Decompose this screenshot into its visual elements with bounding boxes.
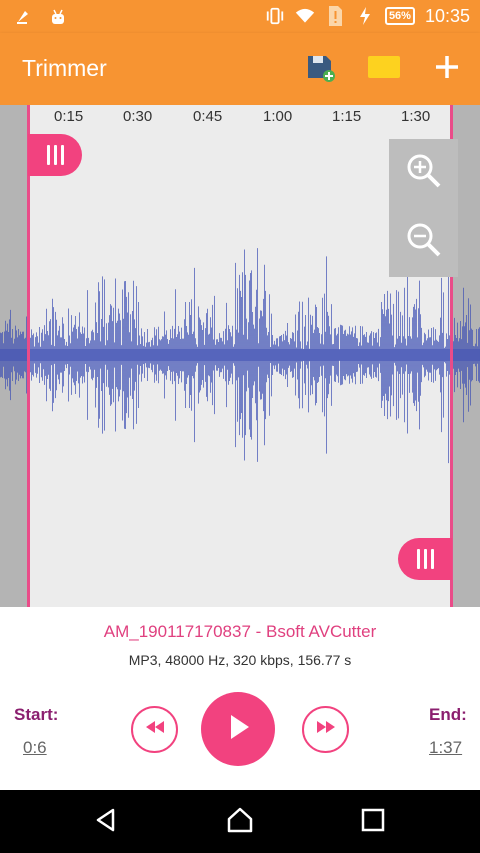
charging-icon [355,5,375,27]
timeline: 0:15 0:30 0:45 1:00 1:15 1:30 [0,108,480,128]
add-button[interactable] [428,51,466,87]
vibrate-icon [265,5,285,27]
sim-alert-icon [325,5,345,27]
open-folder-button[interactable] [365,51,403,87]
folder-icon [368,54,400,85]
zoom-in-button[interactable] [389,139,458,208]
zoom-in-icon [404,151,444,196]
timeline-tick: 0:45 [193,108,223,125]
save-button[interactable] [301,51,339,87]
rewind-button[interactable] [131,706,178,753]
home-button[interactable] [220,802,260,842]
wifi-icon [295,5,315,27]
timeline-tick: 1:00 [263,108,293,125]
back-button[interactable] [86,802,126,842]
home-icon [226,807,254,838]
timeline-tick: 1:15 [332,108,362,125]
android-icon [48,6,68,28]
timeline-tick: 0:30 [123,108,153,125]
zoom-out-button[interactable] [389,208,458,277]
end-time-value[interactable]: 1:37 [429,738,462,758]
rewind-icon [143,719,167,740]
play-icon [222,711,254,748]
page-title: Trimmer [22,55,107,81]
end-label: End: [429,705,467,724]
recents-button[interactable] [353,802,393,842]
timeline-tick: 1:30 [401,108,431,125]
file-name: AM_190117170837 - Bsoft AVCutter [103,622,377,641]
status-time: 10:35 [424,5,470,26]
fast-forward-button[interactable] [302,706,349,753]
play-button[interactable] [201,692,275,766]
save-icon [305,52,335,87]
fast-forward-icon [314,719,338,740]
system-nav-bar [0,790,480,853]
selection-start-line [27,105,30,607]
timeline-tick: 0:15 [54,108,84,125]
start-drag-handle[interactable] [28,134,82,176]
status-bar: 56% 10:35 [0,0,480,33]
download-arrow-icon [14,6,34,28]
file-info: MP3, 48000 Hz, 320 kbps, 156.77 s [128,652,352,668]
start-time-value[interactable]: 0:6 [23,738,47,758]
back-icon [93,807,119,838]
app-bar: Trimmer [0,33,480,105]
start-label: Start: [14,705,59,724]
add-icon [433,53,461,86]
recents-icon [361,808,385,837]
waveform-editor[interactable]: 0:15 0:30 0:45 1:00 1:15 1:30 [0,105,480,607]
battery-indicator: 56% [384,7,415,25]
zoom-out-icon [404,220,444,265]
end-drag-handle[interactable] [398,538,452,580]
app-root: 56% 10:35 Trimmer 0:15 0:30 0:45 1:00 1:… [0,0,480,853]
zoom-panel [389,139,458,277]
